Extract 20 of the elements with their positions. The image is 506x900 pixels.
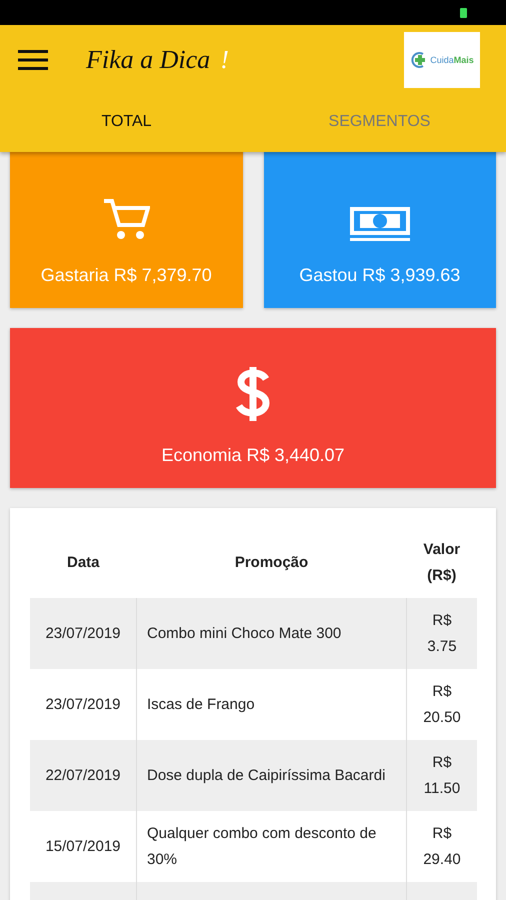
column-header: Promoção	[234, 554, 308, 571]
summary-label: Gastou R$ 3,939.63	[299, 265, 460, 286]
menu-icon[interactable]	[18, 49, 48, 71]
table-cell: R$ 3.75	[406, 598, 477, 669]
tab[interactable]: TOTAL	[0, 95, 253, 152]
table-cell: Dose dupla de Caipiríssima Bacardi	[136, 740, 406, 811]
table-cell: R$ 11.50	[406, 740, 477, 811]
column-header: Valor (R$)	[423, 541, 460, 584]
logo-text: CuidaMais	[430, 55, 474, 65]
table-cell: 23/07/2019	[30, 598, 136, 669]
table-cell: 23/07/2019	[30, 669, 136, 740]
battery-icon	[460, 8, 467, 18]
column-header: Data	[66, 554, 100, 571]
exclamation-mark: !	[220, 45, 229, 75]
summary-label: Gastaria R$ 7,379.70	[40, 265, 212, 286]
app-title: Fika a Dica	[86, 45, 210, 75]
table-cell: Combo mini Choco Mate 300	[136, 598, 406, 669]
summary-label: Economia R$ 3,440.07	[161, 445, 345, 466]
table-cell: 22/07/2019	[30, 740, 136, 811]
table-cell: 15/07/2019	[30, 811, 136, 882]
